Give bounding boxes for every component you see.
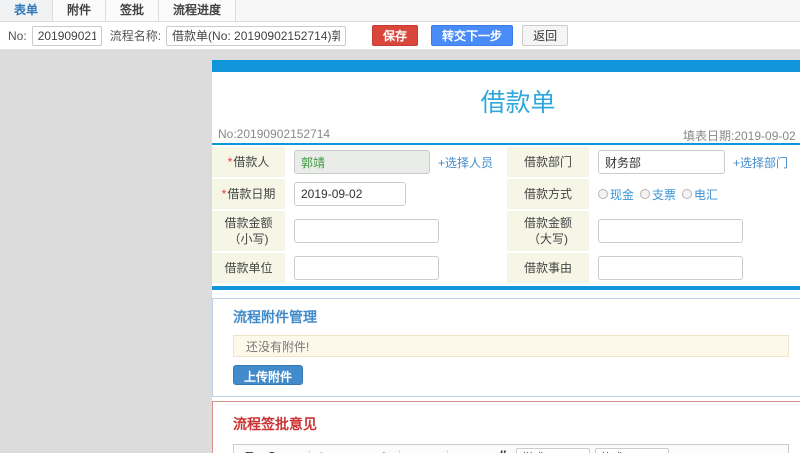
loan-form-grid: *借款人 +选择人员 借款部门 +选择部门 *借款日期 借款方式 xyxy=(212,147,800,283)
radio-cash[interactable]: 现金 xyxy=(598,186,634,203)
attachments-heading: 流程附件管理 xyxy=(233,309,317,325)
form-no-text: No:20190902152714 xyxy=(218,127,331,141)
back-button[interactable]: 返回 xyxy=(522,25,569,46)
tab-attachments[interactable]: 附件 xyxy=(53,0,107,21)
page-title: 借款单 xyxy=(480,89,556,117)
department-label: 借款部门 xyxy=(507,147,589,177)
approval-comments-heading: 流程签批意见 xyxy=(233,416,317,432)
toolbar-separator xyxy=(447,449,448,453)
amount-small-cell xyxy=(288,211,504,251)
unlink-icon[interactable]: ∞ xyxy=(357,450,373,453)
tab-progress[interactable]: 流程进度 xyxy=(159,0,237,21)
borrow-method-label: 借款方式 xyxy=(507,179,589,209)
select-department-link[interactable]: +选择部门 xyxy=(733,154,788,171)
fill-date-text: 填表日期:2019-09-02 15:27:1 xyxy=(683,129,800,143)
outdent-icon[interactable]: ⇤ xyxy=(453,450,469,453)
no-input[interactable] xyxy=(31,25,102,46)
flow-name-label: 流程名称: xyxy=(109,29,162,43)
amount-small-input[interactable] xyxy=(294,219,439,243)
approval-comments-section: 流程签批意见 B I abc ✎ ∞ ∞ ⚑ ≣ ≡ xyxy=(212,401,800,453)
radio-cheque[interactable]: 支票 xyxy=(640,186,676,203)
top-tab-bar: 表单 附件 签批 流程进度 xyxy=(0,0,800,22)
attachments-section: 流程附件管理 还没有附件! 上传附件 xyxy=(212,298,800,397)
editor-toolbar: B I abc ✎ ∞ ∞ ⚑ ≣ ≡ ⇤ ⇥ ” xyxy=(234,445,788,453)
rich-text-editor: B I abc ✎ ∞ ∞ ⚑ ≣ ≡ ⇤ ⇥ ” xyxy=(233,444,789,453)
command-bar: No: 流程名称: 保存 转交下一步 返回 xyxy=(0,22,800,50)
borrow-reason-cell xyxy=(592,253,800,283)
save-button[interactable]: 保存 xyxy=(372,25,419,46)
borrow-method-radio-group: 现金 支票 电汇 xyxy=(598,186,724,203)
format-select[interactable]: 格式 ▼ xyxy=(595,447,669,453)
toolbar-separator xyxy=(309,449,310,453)
borrow-unit-cell xyxy=(288,253,504,283)
borrower-input[interactable] xyxy=(294,150,430,174)
link-icon[interactable]: ∞ xyxy=(336,450,352,453)
borrow-unit-input[interactable] xyxy=(294,256,439,280)
radio-circle-icon xyxy=(598,189,608,199)
borrower-cell: +选择人员 xyxy=(288,147,504,177)
select-person-link[interactable]: +选择人员 xyxy=(438,154,493,171)
no-label: No: xyxy=(8,28,27,43)
form-meta-row: No:20190902152714 填表日期:2019-09-02 15:27:… xyxy=(212,125,800,145)
required-asterisk: * xyxy=(227,155,233,169)
borrow-method-cell: 现金 支票 电汇 xyxy=(592,179,800,209)
borrow-reason-label: 借款事由 xyxy=(507,253,589,283)
blockquote-icon[interactable]: ” xyxy=(495,449,511,453)
radio-wire-transfer[interactable]: 电汇 xyxy=(682,186,718,203)
anchor-flag-icon[interactable]: ⚑ xyxy=(378,450,394,453)
tab-form[interactable]: 表单 xyxy=(0,0,54,21)
borrow-date-input[interactable] xyxy=(294,182,406,206)
borrow-date-cell xyxy=(288,179,504,209)
borrow-unit-label: 借款单位 xyxy=(212,253,285,283)
radio-circle-icon xyxy=(682,189,693,199)
flow-name-input[interactable] xyxy=(166,25,347,46)
borrower-label: * 借款人 xyxy=(212,147,285,177)
department-input[interactable] xyxy=(598,150,725,174)
radio-circle-icon xyxy=(640,189,651,199)
bold-icon[interactable]: B xyxy=(242,450,258,453)
form-bottom-accent-bar xyxy=(212,286,800,290)
numbered-list-icon[interactable]: ≣ xyxy=(405,450,421,453)
borrow-date-label: * 借款日期 xyxy=(212,179,285,209)
italic-icon[interactable]: I xyxy=(263,450,279,453)
amount-big-label: 借款金额（大写) xyxy=(507,211,589,251)
amount-big-input[interactable] xyxy=(598,219,743,243)
remove-format-icon[interactable]: ✎ xyxy=(315,450,331,453)
indent-icon[interactable]: ⇥ xyxy=(474,450,490,453)
tab-approval[interactable]: 签批 xyxy=(106,0,160,21)
loan-form-panel: 借款单 No:20190902152714 填表日期:2019-09-02 15… xyxy=(212,60,800,453)
required-asterisk: * xyxy=(221,187,227,201)
workspace: 借款单 No:20190902152714 填表日期:2019-09-02 15… xyxy=(0,50,800,453)
borrow-reason-input[interactable] xyxy=(598,256,743,280)
panel-accent-bar xyxy=(212,60,800,72)
amount-big-cell xyxy=(592,211,800,251)
toolbar-separator xyxy=(399,449,400,453)
amount-small-label: 借款金额（小写) xyxy=(212,211,285,251)
bulleted-list-icon[interactable]: ≡ xyxy=(426,450,442,453)
upload-attachment-button[interactable]: 上传附件 xyxy=(233,365,304,385)
forward-next-step-button[interactable]: 转交下一步 xyxy=(431,25,514,46)
style-select[interactable]: 样式 ▼ xyxy=(516,447,590,453)
no-attachments-alert: 还没有附件! xyxy=(233,335,789,357)
department-cell: +选择部门 xyxy=(592,147,800,177)
app-window: 表单 附件 签批 流程进度 No: 流程名称: 保存 转交下一步 返回 借款单 … xyxy=(0,0,800,453)
